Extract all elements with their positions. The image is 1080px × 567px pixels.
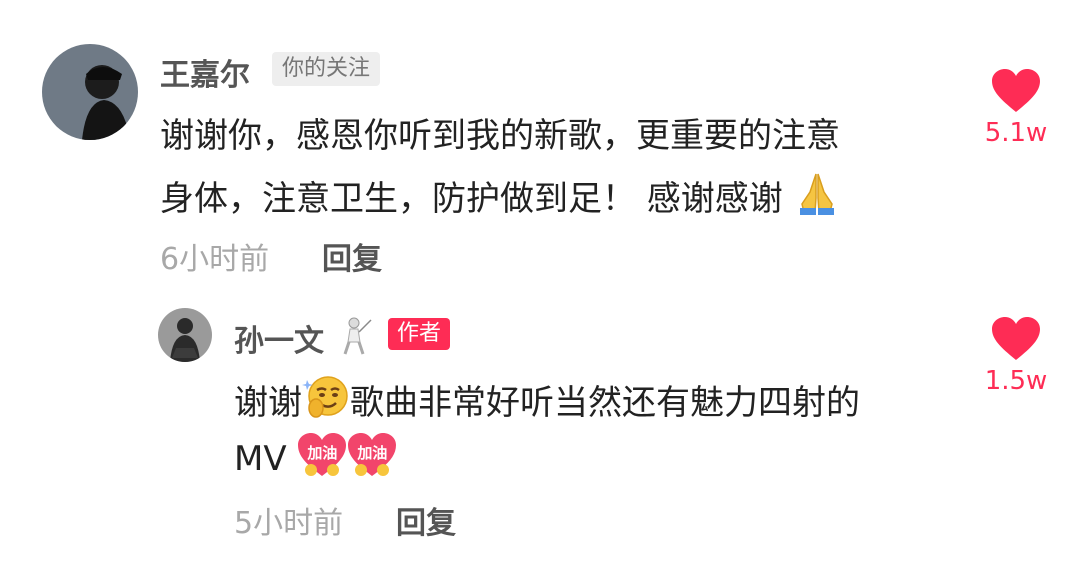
reply-text-part-a: 谢谢 (234, 383, 302, 423)
comment-author-name[interactable]: 王嘉尔 (160, 50, 250, 94)
comment-text-line-2-content: 身体，注意卫生，防护做到足！ 感谢感谢 (160, 179, 783, 219)
comment-like-button[interactable]: 5.1w (976, 68, 1056, 148)
reply-like-button[interactable]: 1.5w (976, 316, 1056, 396)
avatar[interactable] (42, 44, 138, 140)
reply-text-part-c: MV (234, 439, 287, 479)
reply-avatar[interactable] (158, 308, 212, 362)
reply-text-line-2: MV 加油 加油 (234, 432, 397, 479)
heart-icon (992, 69, 1040, 112)
folded-hands-icon (794, 170, 840, 225)
comment-text-line-1: 谢谢你，感恩你听到我的新歌，更重要的注意 (160, 116, 840, 156)
follow-badge: 你的关注 (272, 52, 381, 86)
smirk-thinking-emoji-icon (302, 374, 350, 429)
reply-text-part-b: 歌曲非常好听当然还有魅力四射的 (350, 383, 860, 423)
cheer-heart-sticker-icon: 加油 (297, 432, 347, 478)
fencing-icon (336, 316, 372, 360)
cheer-sticker-text: 加油 (307, 444, 338, 462)
comment-timestamp: 6小时前 (160, 242, 270, 277)
reply-reply-button[interactable]: 回复 (396, 498, 456, 542)
cheer-sticker-text: 加油 (357, 444, 388, 462)
comment-reply-button[interactable]: 回复 (322, 234, 382, 278)
cheer-heart-sticker-icon: 加油 (347, 432, 397, 478)
reply-text-line-1: 谢谢 歌曲非常好听当然还有魅力四射的 (234, 374, 860, 429)
reply-author-name[interactable]: 孙一文 (234, 316, 324, 360)
heart-icon (992, 317, 1040, 360)
reply-timestamp: 5小时前 (234, 506, 344, 541)
comment-like-count: 5.1w (984, 118, 1048, 148)
reply-like-count: 1.5w (984, 366, 1048, 396)
comment-text-line-2: 身体，注意卫生，防护做到足！ 感谢感谢 (160, 170, 840, 225)
author-badge: 作者 (388, 318, 451, 350)
